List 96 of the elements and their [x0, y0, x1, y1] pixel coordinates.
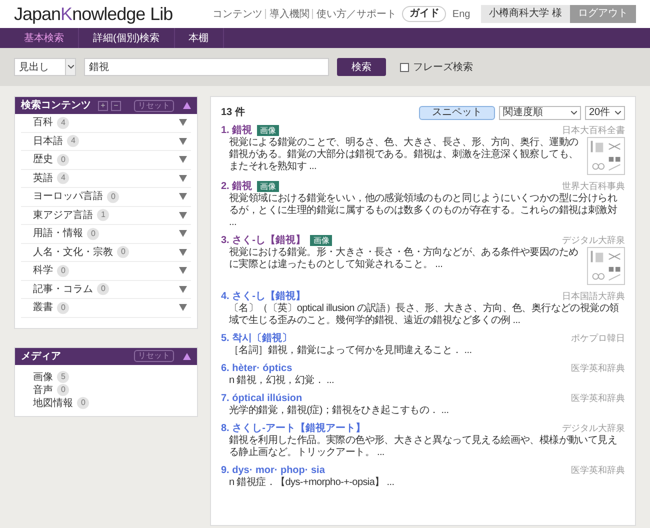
search-field[interactable]: 錯視	[84, 58, 329, 76]
count-badge: 0	[77, 397, 90, 409]
caret-icon	[615, 110, 621, 114]
source-label: 医学英和辞典	[571, 464, 625, 477]
expand-all-button[interactable]: +	[98, 100, 108, 110]
header-link[interactable]: コンテンツ	[209, 6, 266, 22]
expand-icon[interactable]	[179, 119, 187, 126]
count-badge: 0	[117, 246, 130, 258]
count-badge: 1	[97, 209, 110, 222]
category-label[interactable]: 科学	[33, 263, 53, 278]
result-snippet: n 錯視，幻視，幻覚． ...	[229, 375, 335, 387]
media-label[interactable]: 音声	[33, 382, 53, 398]
expand-icon[interactable]	[179, 212, 187, 219]
result-snippet: 光学的錯覚，錯視(症)；錯視をひき起こすもの． ...	[229, 405, 450, 417]
category-label[interactable]: 百科	[33, 115, 53, 130]
category-label[interactable]: 人名・文化・宗教	[33, 244, 113, 260]
category-label[interactable]: 叢書	[33, 300, 53, 316]
panel-title: メディア	[21, 350, 61, 364]
snippet-toggle[interactable]: スニペット	[419, 106, 495, 120]
expand-icon[interactable]	[179, 286, 187, 293]
count-badge: 0	[97, 283, 110, 296]
guide-button[interactable]: ガイド	[402, 6, 446, 22]
reset-button[interactable]: リセット	[134, 100, 174, 112]
source-label: 世界大百科事典	[562, 180, 625, 192]
collapse-all-button[interactable]: −	[111, 100, 121, 110]
expand-icon[interactable]	[179, 267, 187, 274]
source-label: 日本大百科全書	[562, 124, 625, 137]
count-badge: 4	[57, 116, 70, 129]
header-link[interactable]: 使い方／サポート	[313, 6, 400, 22]
caret-icon	[68, 65, 74, 69]
category-label[interactable]: 日本語	[33, 134, 63, 149]
source-label: 日本国語大辞典	[562, 290, 625, 302]
result-snippet: 〔名〕（〔英〕optical illusion の訳語）長さ、形、大きさ、方向、色、奥行などの視覚の領域で生じる歪みのこと。幾何学的錯視、遠近の錯視など多くの例 ...	[229, 303, 620, 327]
search-button[interactable]: 検索	[337, 58, 386, 76]
result-snippet: n 錯視症．【dys-+morpho-+-opsia】 ...	[229, 477, 396, 489]
media-label[interactable]: 画像	[33, 370, 53, 384]
expand-icon[interactable]	[179, 156, 187, 164]
category-label[interactable]: 英語	[33, 170, 53, 186]
collapse-icon[interactable]	[183, 352, 191, 360]
result-snippet: 視覚における錯覚。形・大きさ・長さ・色・方向などが、ある条件や要因のために実際とは違ったものとして知覚されること。 ...	[229, 247, 580, 272]
checkbox-label: フレーズ検索	[413, 60, 473, 74]
result-title[interactable]: 6. hèter· óptics	[221, 361, 292, 376]
header-link[interactable]: 導入機関	[266, 6, 312, 22]
result-title[interactable]: 5. 착시〔錯視〕	[221, 331, 292, 346]
source-label: 医学英和辞典	[571, 362, 625, 375]
category-label[interactable]: 歴史	[33, 152, 53, 168]
count-badge: 4	[67, 135, 80, 148]
count-badge: 5	[57, 371, 70, 383]
image-badge: 画像	[257, 125, 280, 136]
source-label: デジタル大辞泉	[562, 422, 625, 435]
sort-select[interactable]: 関連度順	[499, 106, 581, 120]
result-snippet: 視覚領域における錯覚をいい，他の感覚領域のものと同じようにいくつかの型に分けられるが，とくに生理的錯覚に属するものは数多くのものが存在する。これらの錯視は刺激対 ...	[229, 193, 618, 229]
panel-title: 検索コンテンツ	[21, 98, 91, 113]
user-name: 小樽商科大学 様	[481, 5, 570, 23]
result-title[interactable]: 4. さく‐し【錯視】	[221, 289, 306, 304]
count-badge: 0	[57, 264, 70, 277]
scope-select[interactable]: 見出し	[14, 58, 76, 76]
expand-icon[interactable]	[179, 174, 187, 182]
category-label[interactable]: 記事・コラム	[33, 282, 93, 297]
count-badge: 0	[57, 302, 70, 314]
reset-button[interactable]: リセット	[134, 350, 174, 362]
expand-icon[interactable]	[179, 193, 187, 200]
result-snippet: ［名詞］錯視，錯覚によって何かを見間違えること． ...	[229, 345, 473, 357]
checkbox[interactable]	[400, 62, 409, 72]
expand-icon[interactable]	[179, 230, 187, 238]
source-label: ポケプロ韓日	[571, 332, 625, 345]
caret-icon	[571, 110, 577, 114]
result-title[interactable]: 8. さくし‐アート【錯視アート】	[221, 421, 366, 436]
result-title[interactable]: 3. さく‐し【錯視】	[221, 233, 306, 248]
header-link[interactable]: Eng	[449, 6, 474, 22]
result-title[interactable]: 9. dys· mor· phop· sia	[221, 463, 325, 478]
count-badge: 0	[57, 154, 70, 166]
source-label: デジタル大辞泉	[562, 234, 625, 247]
media-label[interactable]: 地図情報	[33, 396, 73, 410]
result-title[interactable]: 7. óptical illúsion	[221, 391, 302, 406]
category-label[interactable]: ヨーロッパ言語	[33, 189, 103, 204]
result-count: 13 件	[221, 106, 245, 120]
per-page-select[interactable]: 20件	[585, 106, 625, 120]
category-label[interactable]: 用語・情報	[33, 226, 83, 242]
count-badge: 0	[107, 190, 120, 203]
result-snippet: 錯視を利用した作品。実際の色や形、大きさと異なって見える絵画や、模様が動いて見える静止画など。トリックアート。 ...	[229, 435, 618, 459]
expand-icon[interactable]	[179, 248, 187, 256]
source-label: 医学英和辞典	[571, 392, 625, 405]
expand-icon[interactable]	[179, 138, 187, 145]
collapse-icon[interactable]	[183, 102, 191, 109]
logo[interactable]: JapanKnowledge Lib	[14, 3, 173, 25]
count-badge: 4	[57, 172, 70, 184]
expand-icon[interactable]	[179, 304, 187, 312]
result-title[interactable]: 2. 錯視	[221, 179, 252, 194]
count-badge: 0	[87, 228, 100, 240]
image-badge: 画像	[310, 235, 332, 246]
image-badge: 画像	[257, 181, 280, 192]
count-badge: 0	[57, 384, 70, 396]
category-label[interactable]: 東アジア言語	[33, 208, 93, 223]
result-title[interactable]: 1. 錯視	[221, 123, 252, 138]
result-snippet: 視覚による錯覚のことで、明るさ、色、大きさ、長さ、形、方向、奥行、運動の錯視がある。錯覚の大部分は錯視である。錯視は、刺激を注意深く観察しても、またそれを熟知す ...	[229, 137, 580, 174]
